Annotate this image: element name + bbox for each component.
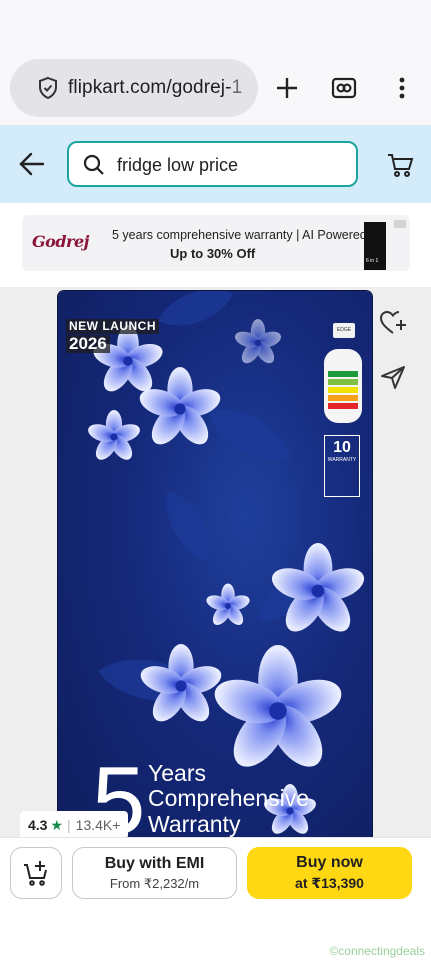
search-query-text: fridge low price [117, 155, 239, 175]
star-icon: ★ [50, 816, 64, 833]
tab-switcher-icon[interactable] [329, 73, 359, 103]
sponsored-ad-banner[interactable]: Godrej 5 years comprehensive warranty | … [22, 215, 410, 271]
warranty-promo-text: Years Comprehensive Warranty [148, 760, 310, 837]
plus-icon[interactable] [272, 73, 302, 103]
buy-with-emi-button[interactable]: Buy with EMI From ₹2,232/m [72, 847, 237, 899]
cart-add-icon [24, 861, 47, 886]
ad-headline: 5 years comprehensive warranty | AI Powe… [112, 228, 367, 242]
url-text: flipkart.com/godrej-1 [68, 77, 243, 98]
share-icon[interactable] [378, 362, 408, 392]
app-header: fridge low price [0, 125, 431, 203]
site-info-icon[interactable] [36, 76, 60, 100]
product-image-carousel[interactable]: NEW LAUNCH 2026 EDGE 10 WARRANTY 5 Years… [0, 287, 431, 837]
search-input[interactable]: fridge low price [67, 141, 358, 187]
buy-now-button[interactable]: Buy now at ₹13,390 [247, 847, 412, 899]
heart-plus-icon[interactable] [378, 308, 408, 338]
watermark: ©connectingdeals [329, 944, 425, 958]
vertical-dots-icon[interactable] [387, 73, 417, 103]
product-image: NEW LAUNCH 2026 EDGE 10 WARRANTY 5 Years… [58, 291, 372, 837]
browser-toolbar: flipkart.com/godrej-1 [0, 0, 431, 125]
warranty-badge: 10 WARRANTY [324, 435, 360, 497]
godrej-logo: Godrej [32, 232, 89, 251]
search-icon [83, 154, 104, 175]
energy-rating-label [324, 349, 362, 423]
add-to-cart-button[interactable] [10, 847, 62, 899]
arrow-left-icon[interactable] [18, 151, 46, 177]
brand-tag: EDGE [333, 323, 355, 338]
purchase-action-bar: Buy with EMI From ₹2,232/m Buy now at ₹1… [0, 837, 431, 909]
ad-product-image: 6 in 1 [364, 222, 386, 270]
new-launch-tag: NEW LAUNCH 2026 [66, 318, 159, 354]
ad-offer: Up to 30% Off [170, 246, 256, 261]
ad-badge [394, 220, 406, 228]
cart-icon[interactable] [386, 151, 414, 179]
address-bar[interactable]: flipkart.com/godrej-1 [10, 59, 258, 117]
rating-count: 13.4K+ [75, 817, 121, 833]
rating-badge[interactable]: 4.3 ★ | 13.4K+ [20, 811, 129, 837]
